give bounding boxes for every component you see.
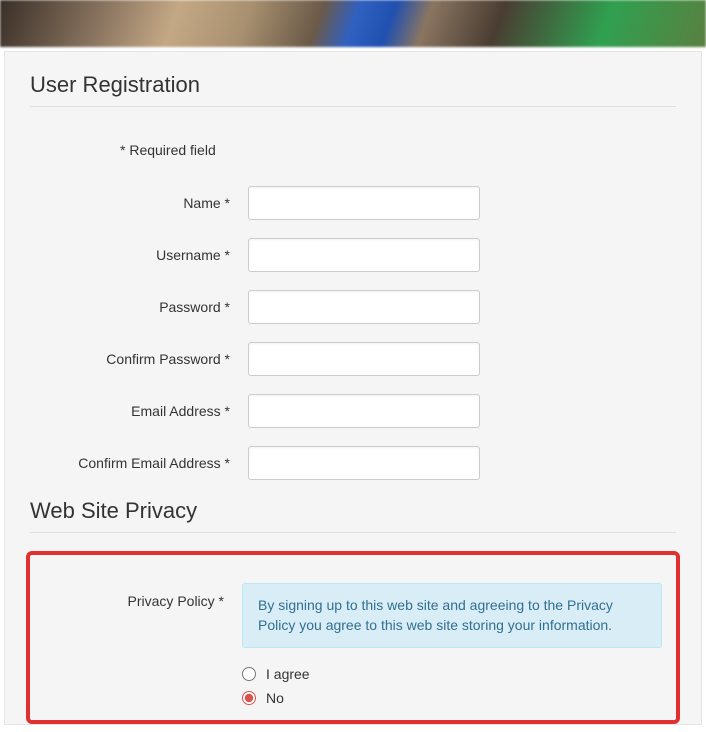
password-input[interactable] (248, 290, 480, 324)
username-input[interactable] (248, 238, 480, 272)
confirm-email-input[interactable] (248, 446, 480, 480)
name-input[interactable] (248, 186, 480, 220)
privacy-info-message: By signing up to this web site and agree… (242, 583, 662, 648)
required-field-note: * Required field (120, 142, 676, 158)
privacy-policy-label: Privacy Policy * (44, 583, 242, 609)
privacy-no-radio[interactable] (242, 691, 256, 705)
email-input[interactable] (248, 394, 480, 428)
password-label: Password * (30, 299, 248, 315)
privacy-agree-label: I agree (266, 666, 310, 682)
confirm-email-label: Confirm Email Address * (30, 455, 248, 471)
email-label: Email Address * (30, 403, 248, 419)
privacy-no-label: No (266, 690, 284, 706)
confirm-password-input[interactable] (248, 342, 480, 376)
page-title: User Registration (30, 72, 676, 107)
name-label: Name * (30, 195, 248, 211)
privacy-section-title: Web Site Privacy (30, 498, 676, 533)
confirm-password-label: Confirm Password * (30, 351, 248, 367)
privacy-highlight-box: Privacy Policy * By signing up to this w… (26, 551, 680, 724)
privacy-agree-radio[interactable] (242, 667, 256, 681)
username-label: Username * (30, 247, 248, 263)
header-banner-image (0, 0, 706, 47)
